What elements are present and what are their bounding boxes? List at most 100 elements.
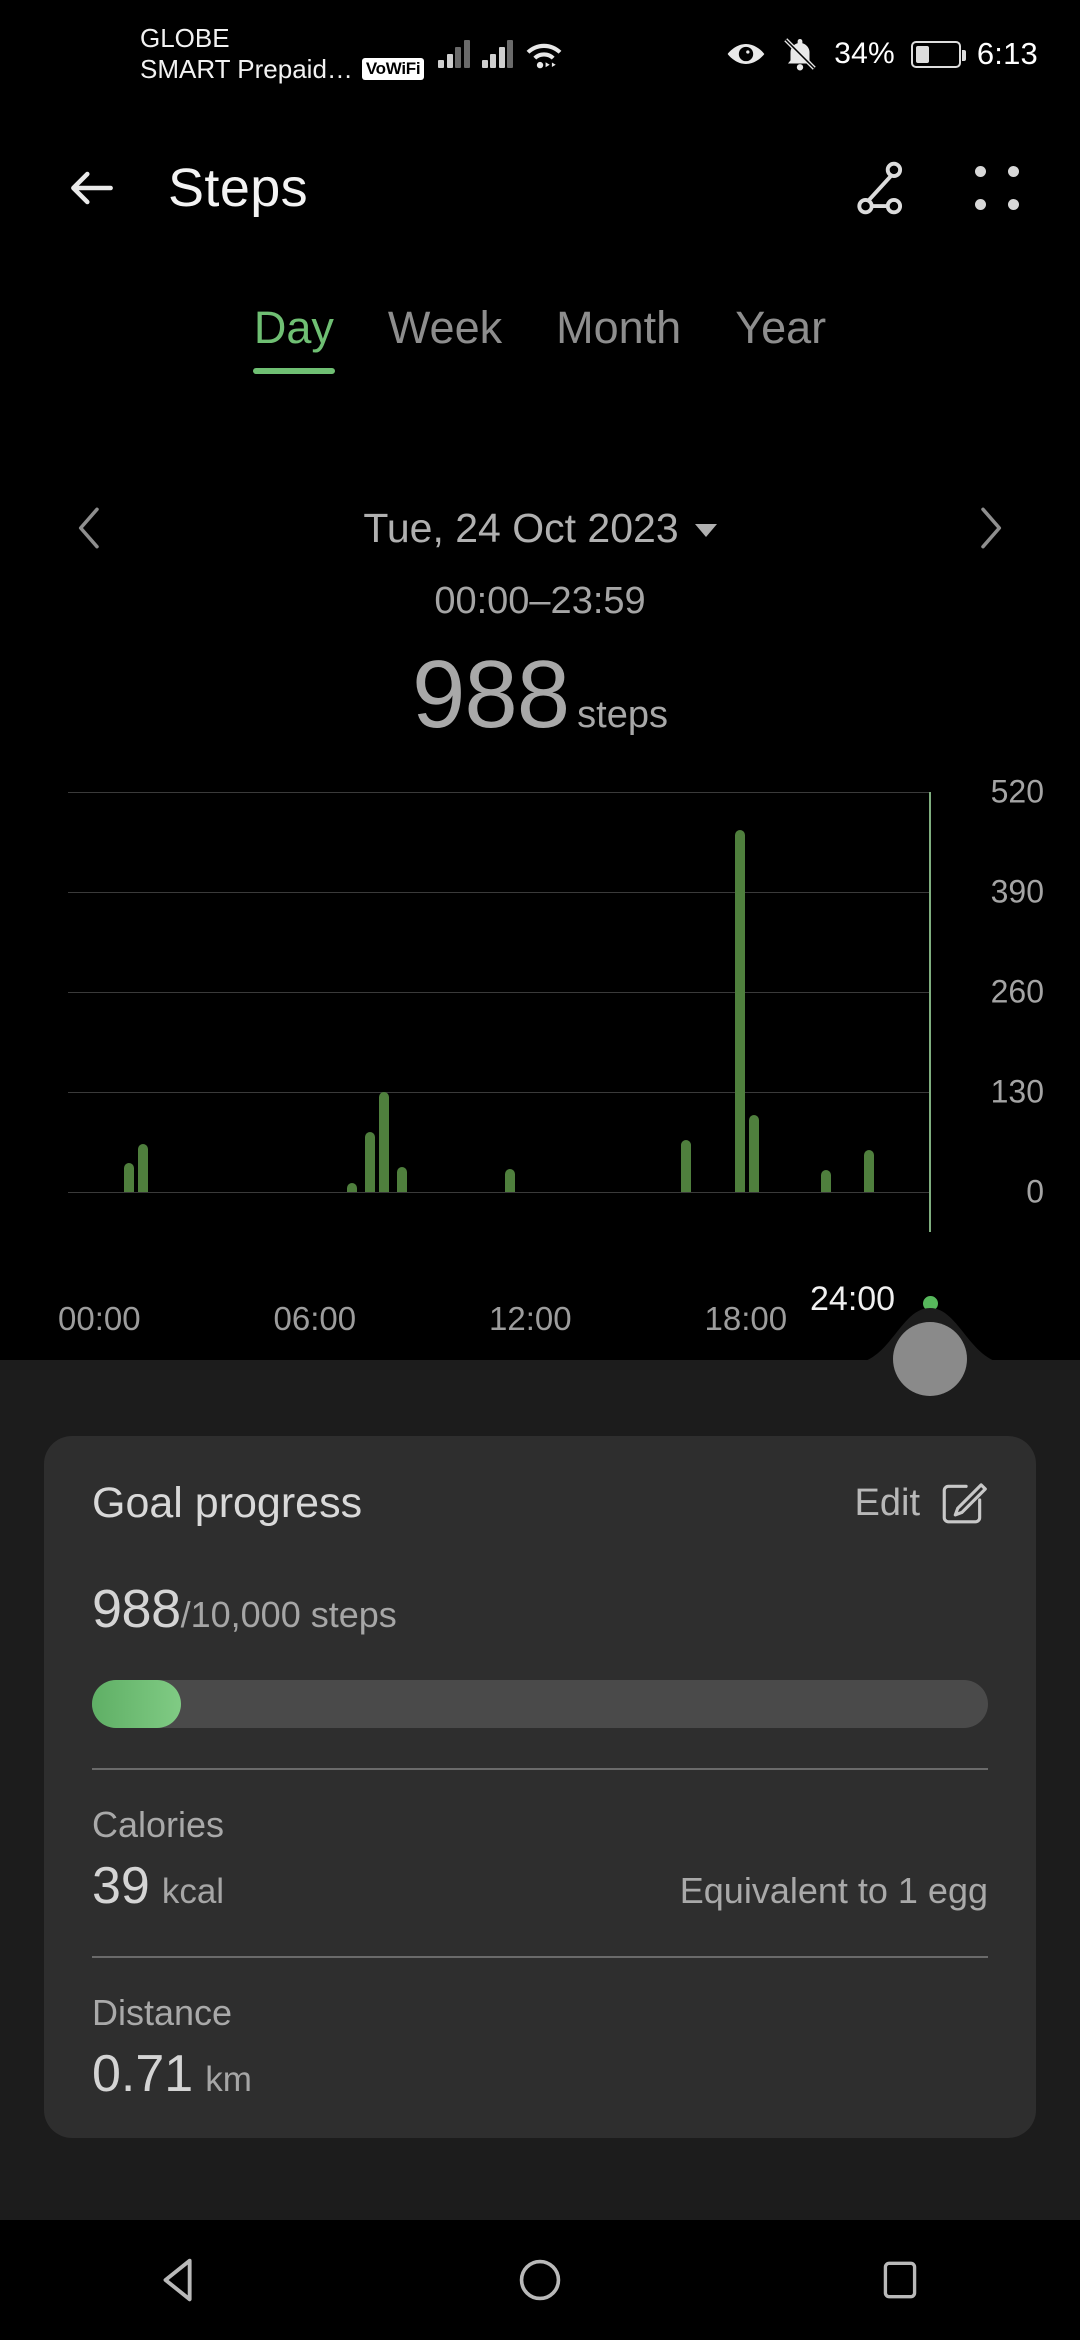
carrier-secondary-line: SMART Prepaid… VoWiFi — [140, 54, 425, 85]
divider-calories — [92, 1768, 988, 1770]
tab-day[interactable]: Day — [227, 300, 361, 375]
share-button[interactable] — [850, 157, 912, 219]
chart-gridline — [68, 792, 930, 793]
period-tabs: Day Week Month Year — [0, 300, 1080, 410]
tab-week[interactable]: Week — [361, 300, 529, 356]
carrier-primary-line: GLOBE — [140, 23, 424, 54]
step-count-summary: 988 steps — [0, 640, 1080, 750]
status-bar: GLOBE SMART Prepaid… VoWiFi 34% 6:13 — [0, 0, 1080, 108]
goal-progress-card: Goal progress Edit 988 /10,000 steps Cal… — [44, 1436, 1036, 2138]
goal-progress-fill — [92, 1680, 181, 1728]
date-selector[interactable]: Tue, 24 Oct 2023 — [363, 504, 717, 552]
vowifi-badge: VoWiFi — [361, 58, 425, 81]
calories-equivalent-note: Equivalent to 1 egg — [679, 1870, 988, 1911]
date-navigator: Tue, 24 Oct 2023 — [0, 490, 1080, 566]
distance-value: 0.71 — [92, 2045, 194, 2103]
chart-bar — [680, 1139, 691, 1192]
chart-bar — [749, 1115, 759, 1192]
battery-icon — [910, 40, 966, 68]
status-right-cluster: 34% 6:13 — [726, 0, 1038, 108]
step-count-value: 988 — [412, 641, 570, 748]
chart-bar — [504, 1168, 515, 1192]
chart-y-tick-label: 390 — [990, 873, 1044, 910]
goal-current-value: 988 — [92, 1579, 181, 1639]
wifi-icon — [526, 43, 562, 69]
chevron-left-icon[interactable] — [62, 500, 118, 556]
nav-recents-square-icon — [883, 2261, 917, 2299]
goal-progress-bar — [92, 1680, 988, 1728]
battery-percent-label: 34% — [834, 37, 895, 70]
caret-down-icon — [694, 524, 717, 537]
chart-gridline — [68, 992, 930, 993]
chart-bar — [734, 830, 745, 1192]
tab-month[interactable]: Month — [529, 300, 708, 356]
eye-icon — [727, 44, 765, 64]
calories-value: 39 — [92, 1857, 150, 1915]
distance-unit: km — [205, 2060, 252, 2099]
date-label-text: Tue, 24 Oct 2023 — [363, 504, 679, 551]
chart-bar — [379, 1092, 390, 1192]
nav-home-button[interactable] — [480, 2220, 600, 2340]
nav-recents-button[interactable] — [840, 2220, 960, 2340]
chart-gridline — [68, 1092, 930, 1093]
calories-row: 39 kcal Equivalent to 1 egg — [92, 1856, 988, 1916]
chart-bar — [820, 1170, 831, 1192]
chart-plot-area — [68, 792, 930, 1193]
distance-metric: Distance 0.71 km — [92, 1992, 988, 2104]
chart-bar — [124, 1162, 135, 1192]
chart-y-axis-labels: 0 130 260 390 520 — [934, 774, 1044, 1210]
nav-home-circle-icon — [519, 2259, 561, 2301]
goal-target-value: /10,000 steps — [180, 1594, 397, 1635]
android-nav-bar — [0, 2220, 1080, 2340]
signal-bars-icon-sim2 — [481, 40, 514, 68]
status-clock: 6:13 — [976, 36, 1038, 71]
calories-main: 39 kcal — [92, 1856, 224, 1916]
step-count-unit: steps — [577, 694, 668, 736]
tab-year[interactable]: Year — [708, 300, 853, 356]
nav-back-triangle-icon — [163, 2258, 192, 2302]
details-sheet: Goal progress Edit 988 /10,000 steps Cal… — [0, 1308, 1080, 2220]
distance-row: 0.71 km — [92, 2044, 988, 2104]
chart-gridline — [68, 1192, 930, 1193]
distance-label: Distance — [92, 1992, 233, 2033]
carrier-primary-label: GLOBE — [140, 23, 230, 54]
app-bar: Steps — [0, 108, 1080, 268]
bell-muted-icon — [784, 38, 816, 71]
goal-card-header: Goal progress Edit — [92, 1478, 988, 1528]
calories-metric: Calories 39 kcal Equivalent to 1 egg — [92, 1804, 988, 1916]
edit-goal-label: Edit — [854, 1481, 920, 1524]
signal-bars-icon-sim1 — [438, 40, 470, 68]
chart-scrubber-handle[interactable] — [893, 1322, 967, 1396]
chart-gridline — [68, 892, 930, 893]
chart-y-tick-label: 0 — [1026, 1173, 1044, 1210]
chart-y-tick-label: 260 — [990, 973, 1044, 1010]
more-menu-button[interactable] — [966, 157, 1028, 219]
chart-bar — [364, 1132, 375, 1192]
chart-bar — [346, 1182, 357, 1192]
share-icon — [857, 161, 903, 215]
nav-back-button[interactable] — [120, 2220, 240, 2340]
carrier-info: GLOBE SMART Prepaid… VoWiFi — [140, 23, 425, 85]
app-screen: GLOBE SMART Prepaid… VoWiFi 34% 6:13 Ste… — [0, 0, 1080, 2340]
chart-bar — [397, 1167, 408, 1192]
distance-main: 0.71 km — [92, 2044, 252, 2104]
chart-time-marker-line — [929, 792, 931, 1232]
chart-bar — [863, 1149, 874, 1192]
status-connectivity-icons — [438, 38, 563, 70]
goal-progress-values: 988 /10,000 steps — [92, 1578, 988, 1640]
divider-distance — [92, 1956, 988, 1958]
calories-label: Calories — [92, 1804, 225, 1845]
calories-unit: kcal — [161, 1872, 225, 1911]
chart-y-tick-label: 130 — [990, 1073, 1044, 1110]
edit-goal-button[interactable]: Edit — [855, 1478, 988, 1528]
time-range-label: 00:00–23:59 — [434, 580, 646, 622]
app-bar-actions — [850, 157, 1028, 219]
carrier-secondary-label: SMART Prepaid… — [140, 54, 353, 84]
steps-bar-chart[interactable]: 0 130 260 390 520 24:00 — [0, 774, 1080, 1318]
page-title: Steps — [168, 158, 309, 218]
chevron-right-icon[interactable] — [962, 500, 1018, 556]
edit-pencil-icon — [942, 1483, 987, 1524]
goal-card-title: Goal progress — [92, 1478, 363, 1527]
back-arrow-icon[interactable] — [64, 160, 120, 216]
chart-bar — [138, 1144, 149, 1192]
